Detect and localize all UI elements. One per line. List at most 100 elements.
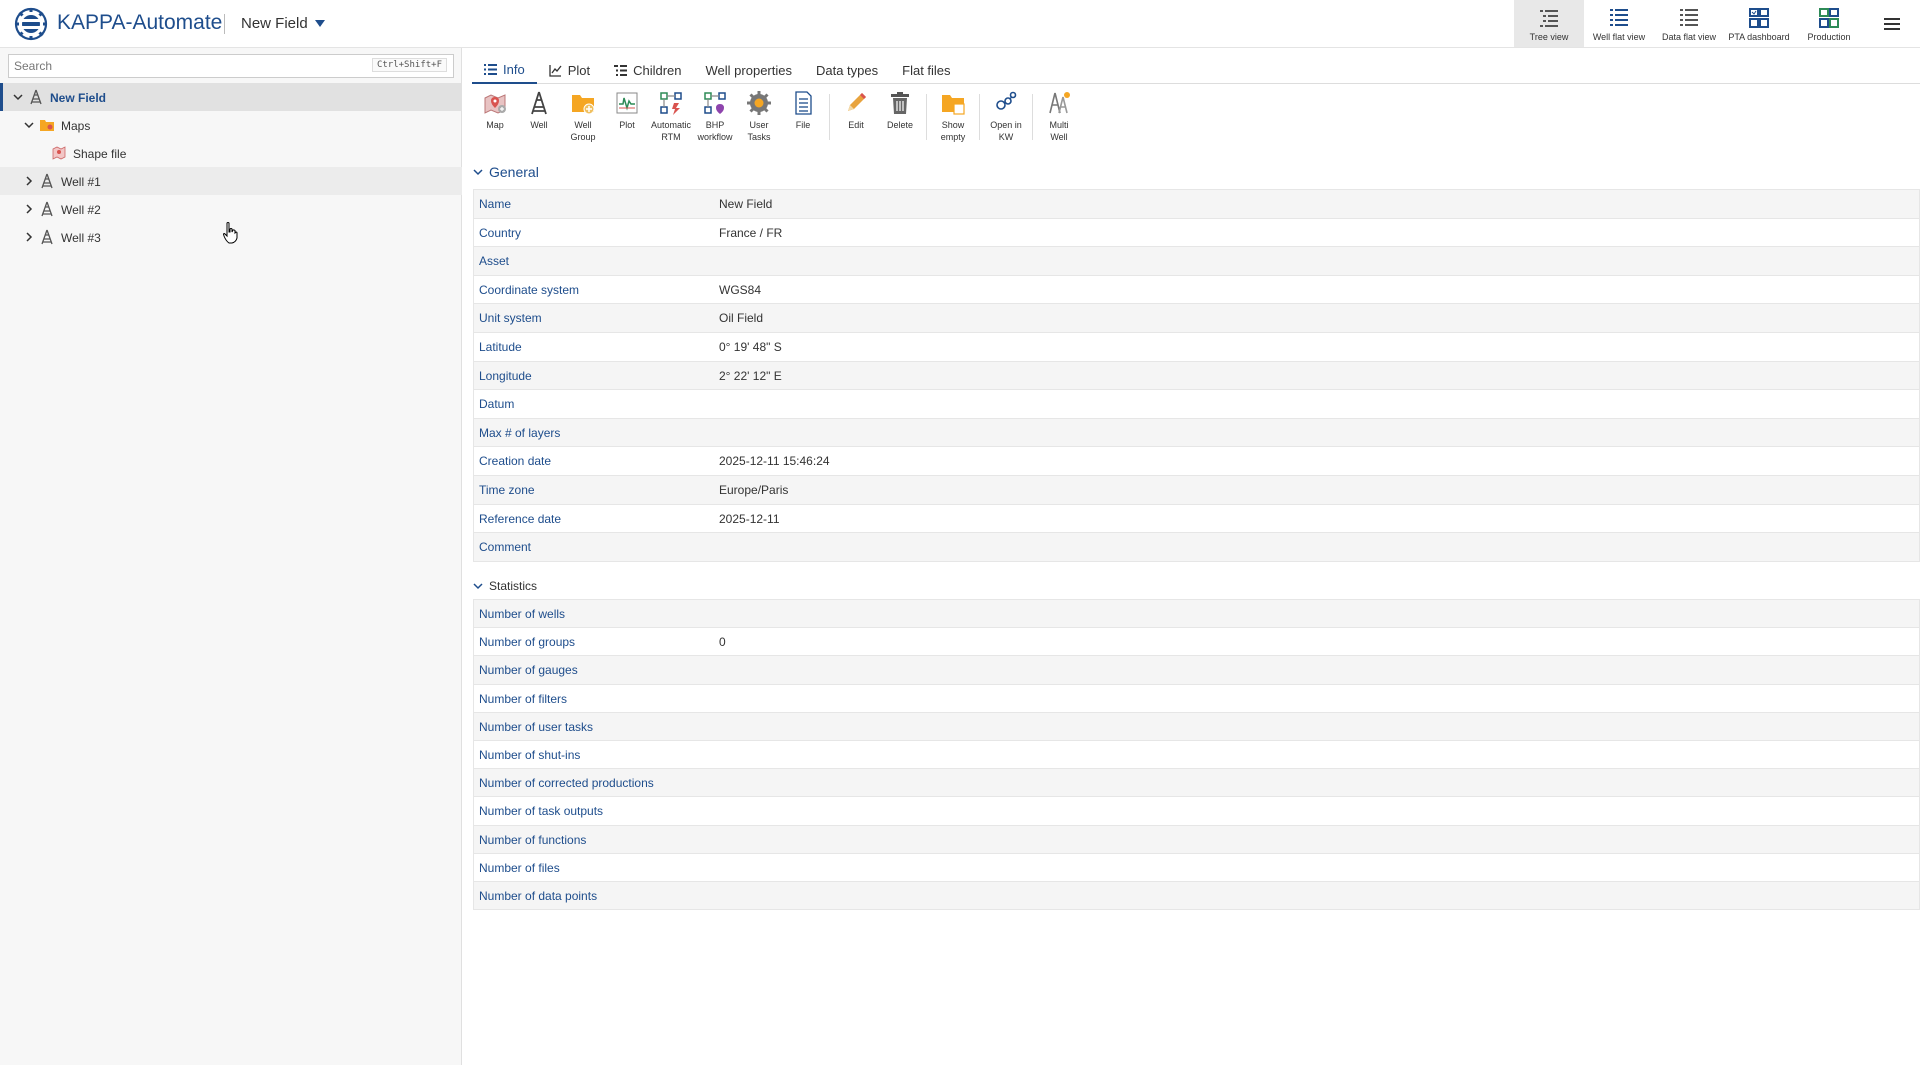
open-in-kw-button[interactable]: Open in KW bbox=[984, 88, 1028, 143]
pta-dashboard-button[interactable]: PTA dashboard bbox=[1724, 0, 1794, 47]
search-input[interactable] bbox=[9, 55, 369, 77]
action-toolbar: Map Well Well Group Plot Automatic RTM BHP… bbox=[473, 88, 1081, 150]
property-key: Number of shut-ins bbox=[479, 747, 581, 762]
property-row-name: Name New Field bbox=[473, 190, 1920, 219]
multi-well-icon bbox=[1049, 92, 1070, 114]
bhp-workflow-label: BHP workflow bbox=[697, 119, 732, 143]
show-empty-button[interactable]: Show empty bbox=[931, 88, 975, 143]
tab-plot[interactable]: Plot bbox=[537, 56, 602, 84]
statistics-section-header[interactable]: Statistics bbox=[472, 579, 537, 593]
tree-item-shape-file[interactable]: Shape file bbox=[0, 139, 462, 167]
tab-data-types[interactable]: Data types bbox=[804, 56, 890, 84]
well-group-button[interactable]: Well Group bbox=[561, 88, 605, 143]
file-button[interactable]: File bbox=[781, 88, 825, 131]
general-section-header[interactable]: General bbox=[472, 164, 539, 180]
property-key: Number of groups bbox=[479, 635, 576, 650]
tool-label-line2: KW bbox=[998, 132, 1014, 142]
plot-label: Plot bbox=[619, 119, 635, 131]
edit-button[interactable]: Edit bbox=[834, 88, 878, 131]
property-key: Number of user tasks bbox=[479, 719, 594, 734]
tab-info[interactable]: Info bbox=[472, 56, 537, 84]
tree-item-maps[interactable]: Maps bbox=[0, 111, 462, 139]
hamburger-menu-button[interactable] bbox=[1864, 0, 1920, 48]
tree-item-well-3[interactable]: Well #3 bbox=[0, 223, 462, 251]
property-row-unit-system: Unit system Oil Field bbox=[473, 304, 1920, 333]
delete-button[interactable]: Delete bbox=[878, 88, 922, 131]
chevron-down-icon[interactable] bbox=[12, 91, 24, 103]
tool-label-line1: Show bbox=[941, 120, 965, 130]
chevron-down-icon[interactable] bbox=[23, 119, 35, 131]
app-title[interactable]: KAPPA-Automate bbox=[57, 11, 222, 35]
property-value: WGS84 bbox=[719, 282, 762, 297]
tab-label: Info bbox=[503, 61, 525, 77]
property-key: Datum bbox=[479, 397, 515, 412]
tool-label-line1: Well bbox=[530, 120, 548, 130]
multi-well-label: Multi Well bbox=[1049, 119, 1068, 143]
property-key: Number of gauges bbox=[479, 663, 578, 678]
property-value: France / FR bbox=[719, 225, 783, 240]
property-key: Comment bbox=[479, 540, 532, 555]
map-button[interactable]: Map bbox=[473, 88, 517, 131]
field-selector-label[interactable]: New Field bbox=[241, 15, 308, 32]
tree-item-label: Well #1 bbox=[61, 175, 101, 189]
tool-label-line1: Plot bbox=[619, 120, 635, 130]
well-button[interactable]: Well bbox=[517, 88, 561, 131]
tree-view-button[interactable]: Tree view bbox=[1514, 0, 1584, 47]
well-flat-view-button[interactable]: Well flat view bbox=[1584, 0, 1654, 47]
entity-tree: New Field Maps Shape file Well #1 Well #… bbox=[0, 83, 462, 251]
bhp-workflow-icon bbox=[704, 92, 726, 114]
tab-well-properties[interactable]: Well properties bbox=[694, 56, 804, 84]
property-row-number-of-task-outputs: Number of task outputs bbox=[473, 797, 1920, 826]
property-row-creation-date: Creation date 2025-12-11 15:46:24 bbox=[473, 447, 1920, 476]
tab-label: Plot bbox=[567, 62, 591, 78]
file-icon bbox=[795, 91, 812, 115]
tool-label-line2: RTM bbox=[661, 132, 681, 142]
statistics-table: Number of wells Number of groups 0 Number o… bbox=[473, 599, 1920, 911]
chevron-right-icon[interactable] bbox=[23, 203, 35, 215]
property-key: Number of filters bbox=[479, 691, 568, 706]
data-flat-view-button[interactable]: Data flat view bbox=[1654, 0, 1724, 47]
property-row-asset: Asset bbox=[473, 247, 1920, 276]
property-row-number-of-corrected-productions: Number of corrected productions bbox=[473, 769, 1920, 798]
chevron-right-icon[interactable] bbox=[23, 175, 35, 187]
tool-label-line1: Multi bbox=[1049, 120, 1069, 130]
map-label: Map bbox=[486, 119, 504, 131]
tool-label-line1: BHP bbox=[705, 120, 725, 130]
tree-item-well-2[interactable]: Well #2 bbox=[0, 195, 462, 223]
kappa-logo-icon bbox=[14, 7, 48, 41]
user-tasks-icon bbox=[747, 91, 771, 115]
well-icon bbox=[41, 201, 53, 217]
property-row-longitude: Longitude 2° 22' 12" E bbox=[473, 361, 1920, 391]
chevron-right-icon[interactable] bbox=[23, 231, 35, 243]
multi-well-button[interactable]: Multi Well bbox=[1037, 88, 1081, 143]
property-value: 2° 22' 12" E bbox=[719, 368, 782, 383]
property-key: Number of data points bbox=[479, 888, 598, 903]
tree-item-new-field[interactable]: New Field bbox=[0, 83, 462, 111]
well-icon bbox=[41, 173, 53, 189]
user-tasks-button[interactable]: User Tasks bbox=[737, 88, 781, 143]
folder-icon bbox=[40, 120, 54, 131]
well-group-label: Well Group bbox=[570, 119, 595, 143]
tab-flat-files[interactable]: Flat files bbox=[890, 56, 962, 84]
property-row-country: Country France / FR bbox=[473, 218, 1920, 248]
tab-label: Data types bbox=[815, 62, 879, 78]
tree-item-well-1[interactable]: Well #1 bbox=[0, 167, 462, 195]
production-button[interactable]: Production bbox=[1794, 0, 1864, 47]
automatic-rtm-button[interactable]: Automatic RTM bbox=[649, 88, 693, 143]
search-box: Ctrl+Shift+F bbox=[8, 54, 454, 78]
chevron-down-icon bbox=[473, 583, 483, 590]
tool-label-line1: Automatic bbox=[650, 120, 692, 130]
property-row-number-of-files: Number of files bbox=[473, 853, 1920, 882]
delete-label: Delete bbox=[887, 119, 913, 131]
shape-file-icon bbox=[52, 146, 66, 160]
plot-button[interactable]: Plot bbox=[605, 88, 649, 131]
main-panel: Info Plot Children Well properties Data … bbox=[463, 48, 1920, 1065]
property-row-number-of-data-points: Number of data points bbox=[473, 881, 1920, 911]
tab-children[interactable]: Children bbox=[602, 56, 693, 84]
property-value: Europe/Paris bbox=[719, 482, 789, 497]
bhp-workflow-button[interactable]: BHP workflow bbox=[693, 88, 737, 143]
field-selector-dropdown-icon[interactable] bbox=[315, 20, 325, 27]
property-row-number-of-functions: Number of functions bbox=[473, 825, 1920, 854]
property-row-number-of-gauges: Number of gauges bbox=[473, 656, 1920, 685]
property-row-number-of-filters: Number of filters bbox=[473, 684, 1920, 713]
